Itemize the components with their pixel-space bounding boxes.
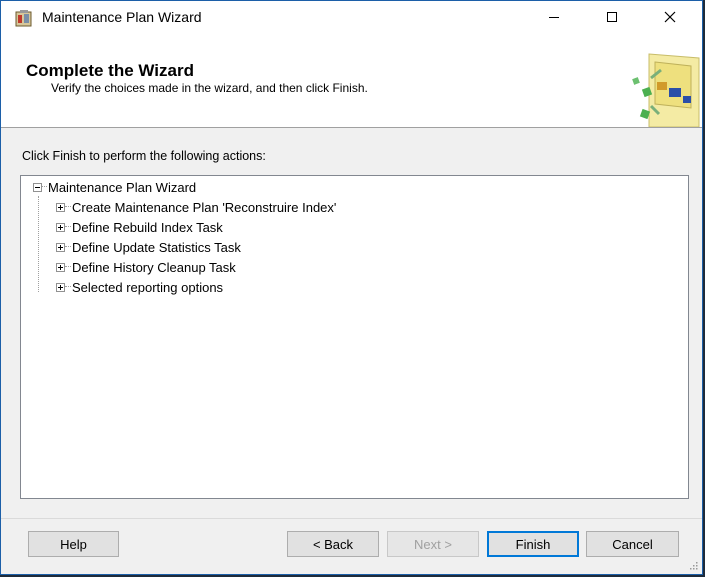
- finish-button[interactable]: Finish: [487, 531, 579, 557]
- wizard-banner-icon: [632, 53, 700, 127]
- expand-icon[interactable]: [56, 222, 65, 232]
- page-title: Complete the Wizard: [26, 61, 194, 80]
- actions-tree[interactable]: Maintenance Plan Wizard Create Maintenan…: [20, 175, 689, 499]
- tree-item-label: Define Update Statistics Task: [72, 239, 241, 255]
- maximize-icon: [607, 12, 617, 22]
- close-icon: [664, 11, 676, 23]
- instruction-text: Click Finish to perform the following ac…: [22, 149, 266, 163]
- wizard-header: Complete the Wizard Verify the choices m…: [1, 33, 702, 128]
- tree-root-node[interactable]: Maintenance Plan Wizard: [33, 178, 196, 196]
- tree-item-label: Define Rebuild Index Task: [72, 219, 223, 235]
- expand-icon[interactable]: [56, 262, 65, 272]
- expand-icon[interactable]: [56, 282, 65, 292]
- tree-item[interactable]: Create Maintenance Plan 'Reconstruire In…: [56, 198, 336, 216]
- title-bar[interactable]: Maintenance Plan Wizard: [1, 1, 702, 33]
- wizard-window: Maintenance Plan Wizard Complete the Wiz…: [0, 0, 703, 575]
- tree-item-label: Selected reporting options: [72, 279, 224, 295]
- next-button: Next >: [387, 531, 479, 557]
- expand-icon[interactable]: [56, 242, 65, 252]
- expand-icon[interactable]: [56, 202, 65, 212]
- page-subtitle: Verify the choices made in the wizard, a…: [51, 81, 368, 95]
- resize-grip-icon[interactable]: [688, 560, 698, 570]
- tree-item[interactable]: Selected reporting options: [56, 278, 223, 296]
- tree-item[interactable]: Define Rebuild Index Task: [56, 218, 223, 236]
- cancel-button[interactable]: Cancel: [586, 531, 679, 557]
- collapse-icon[interactable]: [33, 182, 42, 192]
- maximize-button[interactable]: [589, 1, 635, 33]
- tree-connector: [38, 196, 40, 292]
- footer-divider: [1, 518, 702, 519]
- minimize-icon: [549, 17, 559, 18]
- help-button[interactable]: Help: [28, 531, 119, 557]
- tree-item[interactable]: Define History Cleanup Task: [56, 258, 236, 276]
- window-title: Maintenance Plan Wizard: [42, 9, 202, 25]
- tree-item-label: Define History Cleanup Task: [72, 259, 236, 275]
- tree-item[interactable]: Define Update Statistics Task: [56, 238, 241, 256]
- back-button[interactable]: < Back: [287, 531, 379, 557]
- minimize-button[interactable]: [531, 1, 577, 33]
- tree-root-label: Maintenance Plan Wizard: [48, 179, 197, 195]
- tree-item-label: Create Maintenance Plan 'Reconstruire In…: [72, 199, 337, 215]
- maintenance-plan-icon: [15, 10, 32, 27]
- close-button[interactable]: [647, 1, 693, 33]
